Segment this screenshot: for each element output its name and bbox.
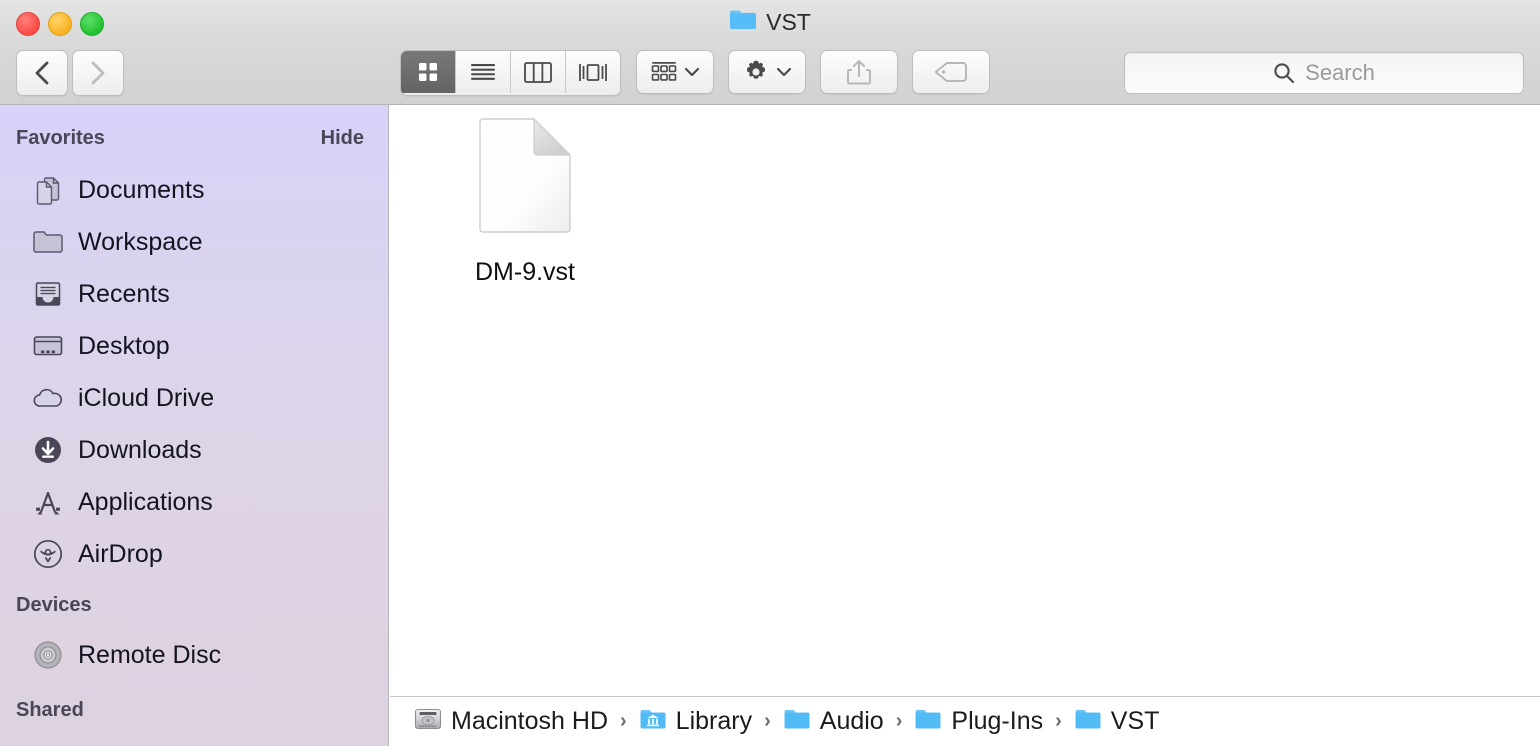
chevron-left-icon [35,61,49,85]
view-mode-group [400,50,621,96]
window-title-text: VST [766,8,811,35]
sidebar-section-title: Shared [16,699,84,721]
sidebar-item-label: AirDrop [78,539,163,568]
breadcrumb-separator: › [895,710,903,732]
finder-window: VST Search Favorites Hide Documents Work… [0,0,1540,746]
tag-icon [935,62,967,82]
gear-icon [746,60,765,79]
desktop-icon [32,330,64,362]
hard-disk-icon [414,707,442,736]
sidebar-item-label: Desktop [78,331,170,360]
sidebar-item-label: Remote Disc [78,640,222,669]
grid-icon [419,63,437,81]
chevron-right-icon [91,61,105,85]
cloud-icon [32,382,64,414]
search-input[interactable]: Search [1124,52,1524,94]
applications-icon [32,486,64,518]
list-icon [471,64,495,80]
sidebar-item-downloads[interactable]: Downloads [0,424,388,476]
breadcrumb-library[interactable]: Library [639,707,752,736]
sidebar-section-title: Devices [16,594,92,616]
breadcrumb-label: Macintosh HD [451,707,608,735]
blank-document-icon [477,117,573,244]
sidebar-section-devices-header: Devices [0,594,388,617]
navigation-buttons [16,50,124,96]
chevron-down-icon [776,67,791,77]
breadcrumb-label: Audio [819,707,884,735]
sidebar: Favorites Hide Documents Workspace Recen… [0,105,389,746]
search-icon [1274,63,1295,84]
arrange-by-button[interactable] [636,50,714,94]
search-placeholder: Search [1305,60,1375,85]
breadcrumb-separator: › [620,710,627,732]
file-item[interactable]: DM-9.vst [440,117,610,287]
sidebar-section-shared-header: Shared [0,699,388,722]
sidebar-item-label: Workspace [78,227,203,256]
share-button[interactable] [820,50,898,94]
breadcrumb-vst[interactable]: VST [1074,707,1160,736]
chevron-down-icon [684,67,699,77]
breadcrumb-separator: › [1055,710,1062,732]
sidebar-item-label: Applications [78,487,213,516]
sidebar-section-title: Favorites [16,127,105,149]
folder-icon [914,707,942,736]
forward-button[interactable] [72,50,124,96]
breadcrumb-label: Plug-Ins [951,707,1044,735]
breadcrumb-label: Library [675,707,753,735]
sidebar-item-recents[interactable]: Recents [0,268,388,320]
file-name-label: DM-9.vst [475,258,575,286]
breadcrumb-separator: › [764,710,771,732]
action-menu-button[interactable] [728,50,806,94]
sidebar-item-documents[interactable]: Documents [0,164,388,216]
column-view-button[interactable] [511,51,566,93]
download-circle-icon [32,434,64,466]
sidebar-section-favorites-header: Favorites Hide [0,127,388,150]
gallery-view-button[interactable] [566,51,620,93]
traffic-light-group [16,12,104,36]
folder-icon [1074,707,1102,736]
airdrop-icon [32,538,64,570]
icon-view-button[interactable] [401,51,456,93]
gallery-icon [579,63,607,81]
folder-icon [783,707,811,736]
path-bar: Macintosh HD › Library › Audio › Plug-In… [390,696,1540,746]
recents-tray-icon [32,278,64,310]
back-button[interactable] [16,50,68,96]
breadcrumb-label: VST [1110,707,1160,735]
folder-icon [729,8,757,36]
tags-button[interactable] [912,50,990,94]
folder-icon [32,226,64,258]
sidebar-item-label: iCloud Drive [78,383,215,412]
columns-icon [524,61,552,83]
sidebar-item-airdrop[interactable]: AirDrop [0,528,388,580]
sidebar-item-remote-disc[interactable]: Remote Disc [0,629,388,681]
sidebar-item-label: Recents [78,279,170,308]
sidebar-item-label: Downloads [78,435,202,464]
window-titlebar: VST Search [0,0,1540,105]
list-view-button[interactable] [456,51,511,93]
sidebar-item-applications[interactable]: Applications [0,476,388,528]
close-button[interactable] [16,12,40,36]
breadcrumb-audio[interactable]: Audio [783,707,884,736]
minimize-button[interactable] [48,12,72,36]
file-browser-content[interactable]: DM-9.vst [390,105,1540,695]
optical-disc-icon [32,639,64,671]
arrange-grid-icon [651,62,676,81]
hide-favorites-button[interactable]: Hide [321,127,364,150]
maximize-button[interactable] [80,12,104,36]
breadcrumb-plug-ins[interactable]: Plug-Ins [914,707,1043,736]
sidebar-item-desktop[interactable]: Desktop [0,320,388,372]
breadcrumb-macintosh-hd[interactable]: Macintosh HD [414,707,608,736]
sidebar-item-workspace[interactable]: Workspace [0,216,388,268]
library-folder-icon [639,707,667,736]
share-icon [847,60,871,85]
page-title: VST [0,8,1540,36]
sidebar-item-icloud-drive[interactable]: iCloud Drive [0,372,388,424]
documents-icon [32,174,64,206]
sidebar-item-label: Documents [78,175,205,204]
